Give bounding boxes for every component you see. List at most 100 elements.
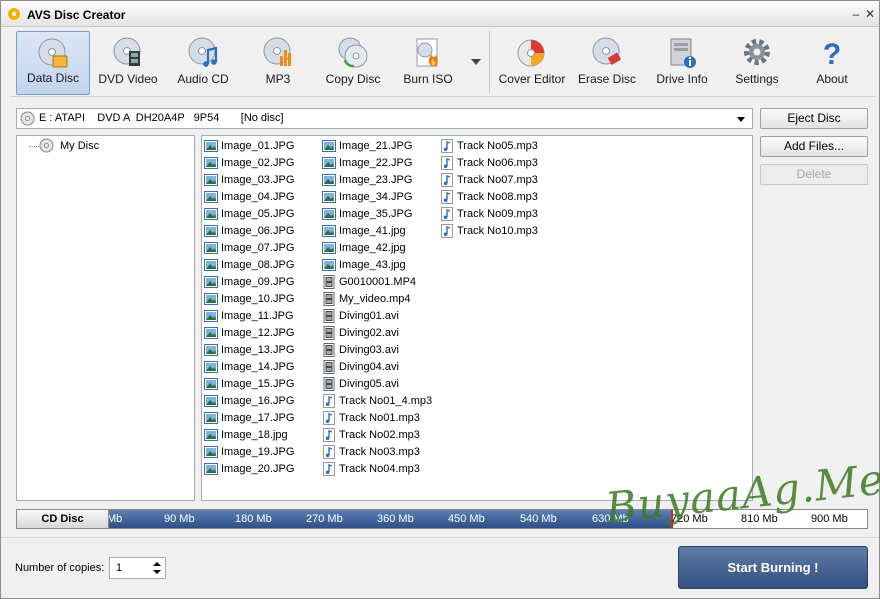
- file-name: Image_20.JPG: [221, 463, 295, 475]
- list-item[interactable]: Image_18.jpg: [203, 427, 294, 444]
- audio-file-icon: [441, 207, 453, 221]
- spin-down-icon[interactable]: [153, 570, 161, 574]
- list-item[interactable]: Image_22.JPG: [321, 155, 432, 172]
- list-item[interactable]: Image_03.JPG: [203, 172, 294, 189]
- add-files-button[interactable]: Add Files...: [760, 136, 868, 157]
- tab-copy-disc[interactable]: Copy Disc: [316, 31, 390, 95]
- list-item[interactable]: Image_11.JPG: [203, 308, 294, 325]
- list-item[interactable]: Image_20.JPG: [203, 461, 294, 478]
- list-item[interactable]: Image_09.JPG: [203, 274, 294, 291]
- list-item[interactable]: Track No07.mp3: [439, 172, 538, 189]
- tab-label: Erase Disc: [577, 72, 636, 86]
- tree-item-my-disc[interactable]: My Disc: [60, 140, 99, 152]
- tab-cover-editor[interactable]: Cover Editor: [495, 31, 569, 95]
- list-item[interactable]: Image_35.JPG: [321, 206, 432, 223]
- image-file-icon: [204, 412, 218, 424]
- tab-label: Cover Editor: [498, 72, 566, 86]
- list-item[interactable]: Image_23.JPG: [321, 172, 432, 189]
- image-file-icon: [322, 259, 336, 271]
- list-item[interactable]: Track No06.mp3: [439, 155, 538, 172]
- image-file-icon: [204, 259, 218, 271]
- dvd-video-icon: [113, 37, 141, 66]
- tab-about[interactable]: ? About: [795, 31, 869, 95]
- list-item[interactable]: Diving02.avi: [321, 325, 432, 342]
- tab-data-disc[interactable]: Data Disc: [16, 31, 90, 95]
- tab-label: DVD Video: [98, 72, 158, 86]
- list-item[interactable]: Image_34.JPG: [321, 189, 432, 206]
- eject-disc-button[interactable]: Eject Disc: [760, 108, 868, 129]
- audio-file-icon: [441, 156, 453, 170]
- list-item[interactable]: Image_08.JPG: [203, 257, 294, 274]
- file-name: Image_04.JPG: [221, 191, 295, 203]
- list-item[interactable]: Track No04.mp3: [321, 461, 432, 478]
- list-item[interactable]: Image_19.JPG: [203, 444, 294, 461]
- file-name: Track No07.mp3: [457, 174, 538, 186]
- tab-audio-cd[interactable]: Audio CD: [166, 31, 240, 95]
- tab-label: Burn ISO: [403, 72, 453, 86]
- list-item[interactable]: Image_43.jpg: [321, 257, 432, 274]
- list-item[interactable]: Track No03.mp3: [321, 444, 432, 461]
- list-item[interactable]: Diving03.avi: [321, 342, 432, 359]
- burn-iso-dropdown-icon[interactable]: [471, 59, 481, 65]
- file-column: Image_01.JPG Image_02.JPG Image_03.JPG Imag…: [203, 138, 294, 478]
- image-file-icon: [204, 429, 218, 441]
- disc-type-label[interactable]: CD Disc: [17, 510, 109, 528]
- list-item[interactable]: My_video.mp4: [321, 291, 432, 308]
- tab-label: Settings: [735, 72, 779, 86]
- list-item[interactable]: Image_07.JPG: [203, 240, 294, 257]
- list-item[interactable]: Image_14.JPG: [203, 359, 294, 376]
- list-item[interactable]: Diving01.avi: [321, 308, 432, 325]
- list-item[interactable]: Track No08.mp3: [439, 189, 538, 206]
- close-icon[interactable]: ✕: [863, 7, 877, 21]
- tab-mp3[interactable]: MP3: [241, 31, 315, 95]
- tab-burn-iso[interactable]: Burn ISO: [391, 31, 465, 95]
- chevron-down-icon[interactable]: [734, 111, 749, 126]
- list-item[interactable]: Diving05.avi: [321, 376, 432, 393]
- list-item[interactable]: Track No09.mp3: [439, 206, 538, 223]
- cover-editor-icon: [517, 39, 545, 67]
- video-file-icon: [323, 360, 335, 374]
- list-item[interactable]: Image_41.jpg: [321, 223, 432, 240]
- list-item[interactable]: Image_15.JPG: [203, 376, 294, 393]
- start-burning-button[interactable]: Start Burning !: [678, 546, 868, 589]
- file-list: Image_01.JPG Image_02.JPG Image_03.JPG Imag…: [201, 135, 753, 501]
- list-item[interactable]: Track No01.mp3: [321, 410, 432, 427]
- list-item[interactable]: Image_06.JPG: [203, 223, 294, 240]
- list-item[interactable]: Image_21.JPG: [321, 138, 432, 155]
- file-name: Track No01.mp3: [339, 412, 420, 424]
- image-file-icon: [322, 225, 336, 237]
- minimize-icon[interactable]: –: [849, 7, 863, 21]
- mp3-icon: [263, 37, 291, 66]
- tab-drive-info[interactable]: Drive Info: [645, 31, 719, 95]
- list-item[interactable]: Image_10.JPG: [203, 291, 294, 308]
- file-name: Image_35.JPG: [339, 208, 413, 220]
- image-file-icon: [322, 191, 336, 203]
- capacity-tick: 270 Mb: [306, 513, 343, 525]
- list-item[interactable]: Image_42.jpg: [321, 240, 432, 257]
- file-name: Image_12.JPG: [221, 327, 295, 339]
- tab-settings[interactable]: Settings: [720, 31, 794, 95]
- list-item[interactable]: Image_05.JPG: [203, 206, 294, 223]
- list-item[interactable]: Image_16.JPG: [203, 393, 294, 410]
- file-name: Track No03.mp3: [339, 446, 420, 458]
- list-item[interactable]: Image_01.JPG: [203, 138, 294, 155]
- list-item[interactable]: Image_17.JPG: [203, 410, 294, 427]
- list-item[interactable]: Diving04.avi: [321, 359, 432, 376]
- list-item[interactable]: Track No05.mp3: [439, 138, 538, 155]
- spin-up-icon[interactable]: [153, 562, 161, 566]
- list-item[interactable]: Image_02.JPG: [203, 155, 294, 172]
- list-item[interactable]: Image_04.JPG: [203, 189, 294, 206]
- list-item[interactable]: Track No02.mp3: [321, 427, 432, 444]
- tab-dvd-video[interactable]: DVD Video: [91, 31, 165, 95]
- drive-select[interactable]: E : ATAPI DVD A DH20A4P 9P54 [No disc]: [16, 108, 753, 129]
- tab-erase-disc[interactable]: Erase Disc: [570, 31, 644, 95]
- image-file-icon: [204, 276, 218, 288]
- list-item[interactable]: Image_12.JPG: [203, 325, 294, 342]
- file-name: Image_03.JPG: [221, 174, 295, 186]
- list-item[interactable]: Image_13.JPG: [203, 342, 294, 359]
- list-item[interactable]: Track No10.mp3: [439, 223, 538, 240]
- list-item[interactable]: G0010001.MP4: [321, 274, 432, 291]
- file-name: Image_05.JPG: [221, 208, 295, 220]
- list-item[interactable]: Track No01_4.mp3: [321, 393, 432, 410]
- copies-stepper[interactable]: 1: [109, 557, 166, 579]
